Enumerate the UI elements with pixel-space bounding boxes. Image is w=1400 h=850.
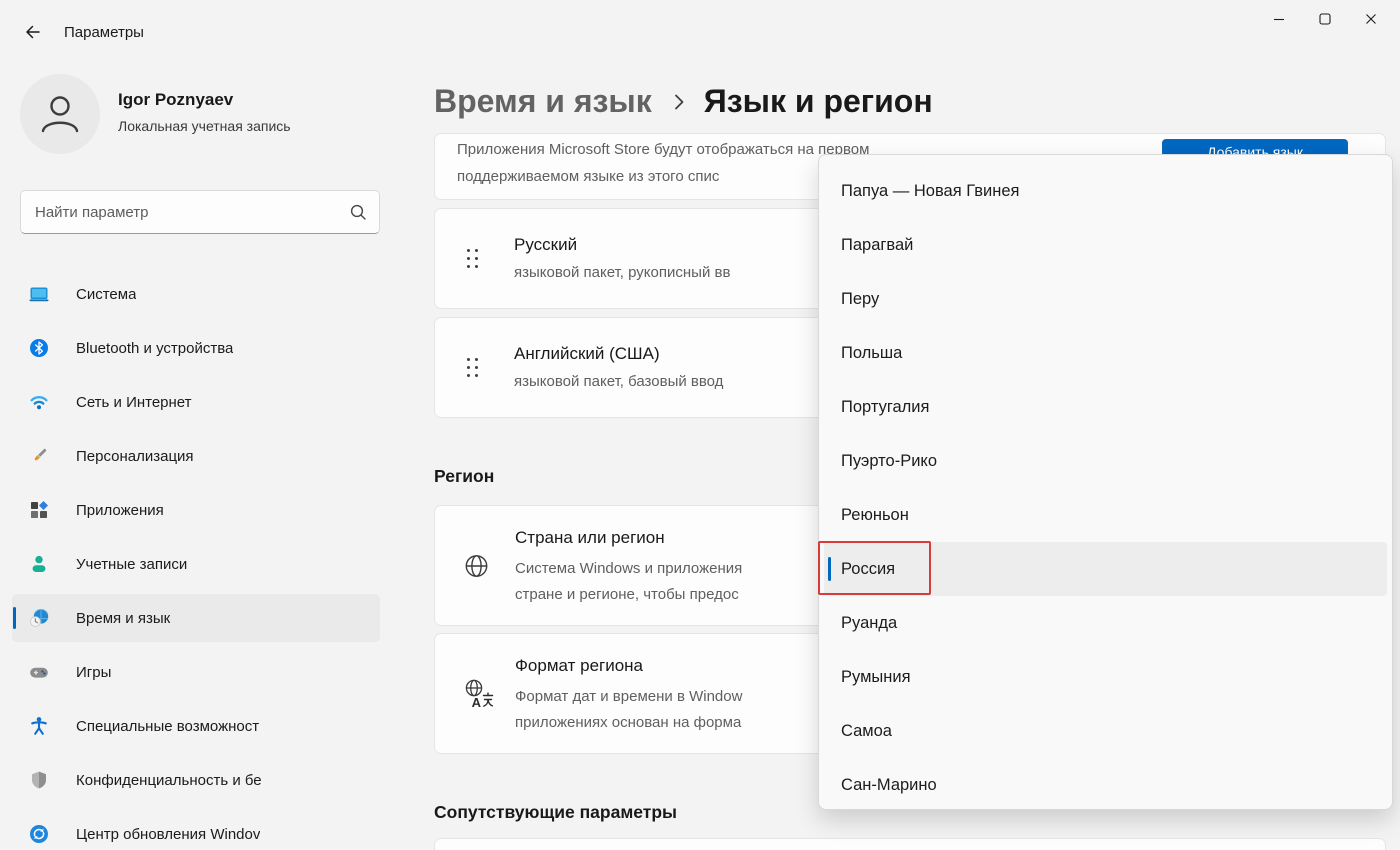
country-option[interactable]: Румыния bbox=[819, 650, 1392, 704]
country-option[interactable]: Португалия bbox=[819, 380, 1392, 434]
breadcrumb: Время и язык Язык и регион bbox=[434, 78, 933, 124]
related-settings-card[interactable] bbox=[434, 838, 1386, 850]
search-box bbox=[20, 190, 380, 234]
setting-desc-1: Система Windows и приложения bbox=[515, 556, 742, 582]
region-section-heading: Регион bbox=[434, 466, 494, 487]
sidebar-item-label: Специальные возможност bbox=[76, 718, 259, 735]
sidebar-item-accounts[interactable]: Учетные записи bbox=[12, 540, 380, 588]
globe-icon bbox=[463, 552, 490, 579]
setting-desc-2: приложениях основан на форма bbox=[515, 710, 742, 736]
back-arrow-icon bbox=[23, 22, 43, 42]
page-title: Язык и регион bbox=[704, 83, 933, 120]
search-input[interactable] bbox=[21, 191, 379, 233]
country-option[interactable]: Реюньон bbox=[819, 488, 1392, 542]
maximize-icon bbox=[1319, 13, 1331, 25]
country-option-selected[interactable]: Россия bbox=[824, 542, 1387, 596]
sidebar-item-label: Персонализация bbox=[76, 448, 194, 465]
country-option-label: Россия bbox=[841, 560, 895, 579]
country-option[interactable]: Парагвай bbox=[819, 218, 1392, 272]
sidebar-item-accessibility[interactable]: Специальные возможност bbox=[12, 702, 380, 750]
privacy-icon bbox=[29, 770, 49, 790]
sidebar-item-label: Центр обновления Windov bbox=[76, 826, 260, 843]
network-icon bbox=[29, 392, 49, 412]
personalization-icon bbox=[29, 446, 49, 466]
setting-title: Страна или регион bbox=[515, 526, 742, 550]
minimize-button[interactable] bbox=[1256, 0, 1302, 38]
sidebar-item-label: Сеть и Интернет bbox=[76, 394, 192, 411]
language-details: языковой пакет, рукописный вв bbox=[514, 261, 730, 285]
drag-handle-icon[interactable] bbox=[467, 249, 478, 268]
setting-desc-1: Формат дат и времени в Window bbox=[515, 684, 742, 710]
chevron-right-icon bbox=[670, 91, 688, 113]
drag-handle-icon[interactable] bbox=[467, 358, 478, 377]
setting-desc-2: стране и регионе, чтобы предос bbox=[515, 582, 742, 608]
sidebar-item-label: Учетные записи bbox=[76, 556, 187, 573]
country-option[interactable]: Польша bbox=[819, 326, 1392, 380]
country-option[interactable]: Руанда bbox=[819, 596, 1392, 650]
language-name: Английский (США) bbox=[514, 342, 723, 366]
breadcrumb-parent[interactable]: Время и язык bbox=[434, 83, 652, 120]
sidebar-item-label: Система bbox=[76, 286, 136, 303]
translate-format-icon: A bbox=[463, 678, 495, 710]
back-button[interactable] bbox=[18, 18, 48, 46]
language-details: языковой пакет, базовый ввод bbox=[514, 370, 723, 394]
sidebar-item-label: Игры bbox=[76, 664, 111, 681]
sidebar-item-label: Приложения bbox=[76, 502, 164, 519]
sidebar-item-privacy[interactable]: Конфиденциальность и бе bbox=[12, 756, 380, 804]
sidebar-item-windows-update[interactable]: Центр обновления Windov bbox=[12, 810, 380, 850]
close-button[interactable] bbox=[1348, 0, 1394, 38]
country-option[interactable]: Папуа — Новая Гвинея bbox=[819, 164, 1392, 218]
app-title: Параметры bbox=[64, 24, 144, 41]
country-dropdown: Папуа — Новая Гвинея Парагвай Перу Польш… bbox=[818, 154, 1393, 810]
sidebar-item-system[interactable]: Система bbox=[12, 270, 380, 318]
close-icon bbox=[1365, 13, 1377, 25]
apps-icon bbox=[29, 500, 49, 520]
profile-account-type: Локальная учетная запись bbox=[118, 118, 291, 134]
profile-name: Igor Poznyaev bbox=[118, 90, 233, 110]
accessibility-icon bbox=[29, 716, 49, 736]
sidebar-item-time-language[interactable]: Время и язык bbox=[12, 594, 380, 642]
gaming-icon bbox=[29, 662, 49, 682]
country-option[interactable]: Самоа bbox=[819, 704, 1392, 758]
selected-indicator-pill bbox=[13, 607, 16, 629]
window-controls bbox=[1256, 0, 1394, 38]
person-icon bbox=[37, 91, 83, 137]
sidebar-item-apps[interactable]: Приложения bbox=[12, 486, 380, 534]
sidebar-item-network[interactable]: Сеть и Интернет bbox=[12, 378, 380, 426]
sidebar-item-label: Время и язык bbox=[76, 610, 170, 627]
bluetooth-icon bbox=[29, 338, 49, 358]
country-option[interactable]: Пуэрто-Рико bbox=[819, 434, 1392, 488]
country-option[interactable]: Перу bbox=[819, 272, 1392, 326]
sidebar-nav: Система Bluetooth и устройства Сеть и Ин… bbox=[0, 270, 400, 850]
accounts-icon bbox=[29, 554, 49, 574]
sidebar-item-label: Конфиденциальность и бе bbox=[76, 772, 262, 789]
related-settings-heading: Сопутствующие параметры bbox=[434, 802, 677, 823]
maximize-button[interactable] bbox=[1302, 0, 1348, 38]
setting-title: Формат региона bbox=[515, 654, 742, 678]
sidebar-item-personalization[interactable]: Персонализация bbox=[12, 432, 380, 480]
avatar bbox=[20, 74, 100, 154]
search-icon bbox=[349, 203, 367, 221]
svg-text:A: A bbox=[472, 695, 482, 710]
system-icon bbox=[29, 284, 49, 304]
time-language-icon bbox=[29, 608, 49, 628]
sidebar-item-gaming[interactable]: Игры bbox=[12, 648, 380, 696]
selection-pill bbox=[828, 557, 831, 581]
language-name: Русский bbox=[514, 233, 730, 257]
sidebar-item-label: Bluetooth и устройства bbox=[76, 340, 233, 357]
country-option[interactable]: Сан-Марино bbox=[819, 758, 1392, 810]
windows-update-icon bbox=[29, 824, 49, 844]
sidebar-item-bluetooth[interactable]: Bluetooth и устройства bbox=[12, 324, 380, 372]
minimize-icon bbox=[1273, 13, 1285, 25]
